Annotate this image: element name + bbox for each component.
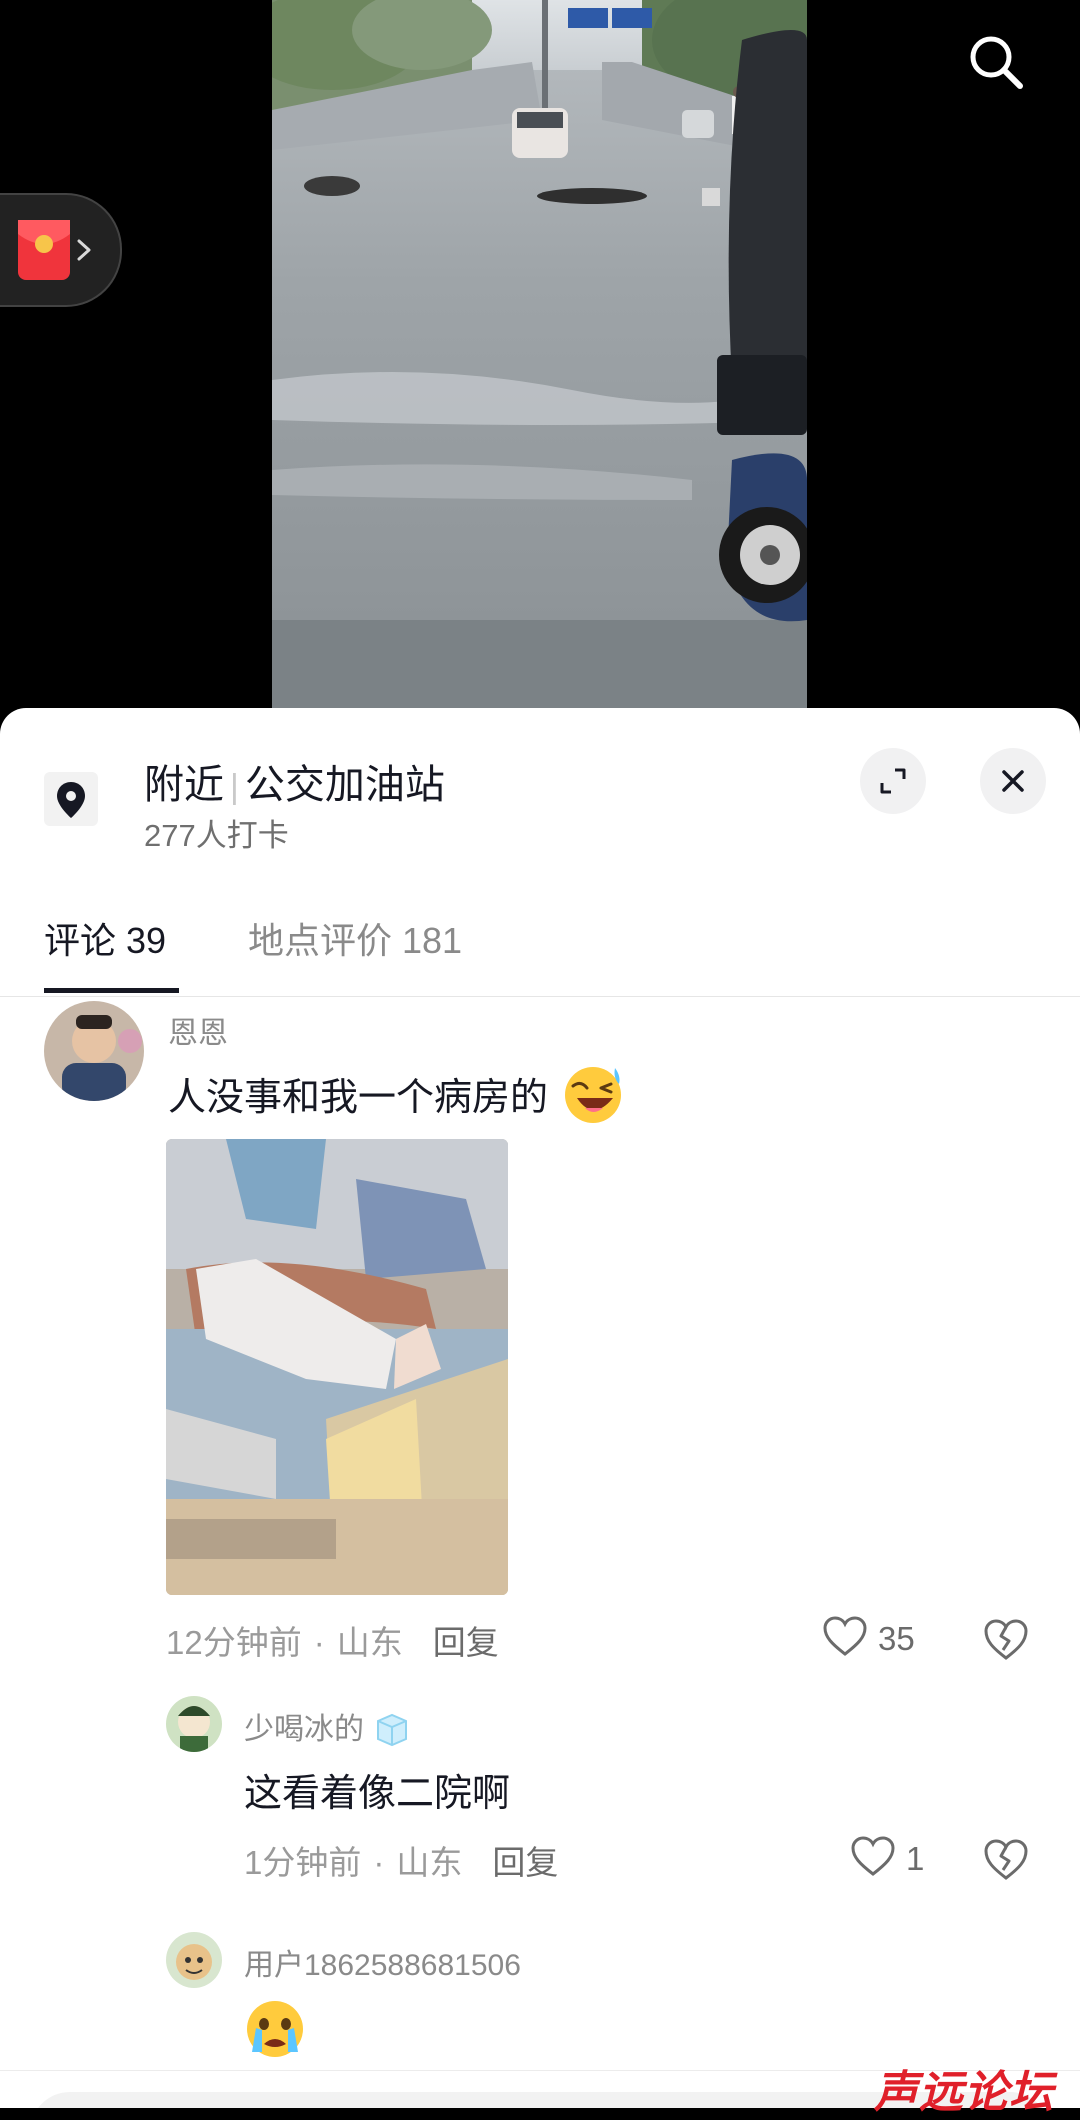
video-player[interactable] — [0, 0, 1080, 720]
meta-dot: · — [373, 1844, 385, 1881]
search-button[interactable] — [964, 30, 1028, 94]
comment-region: 山东 — [336, 1624, 403, 1661]
close-button[interactable] — [980, 748, 1046, 814]
like-button[interactable]: 1 — [850, 1834, 940, 1884]
meta-dot: · — [313, 1624, 325, 1661]
tab-place-reviews[interactable]: 地点评价 181 — [248, 912, 462, 964]
reply-text: 这看着像二院啊 — [244, 1773, 511, 1815]
comment-username[interactable]: 恩恩 — [168, 1008, 228, 1052]
road-scene-image — [272, 0, 807, 708]
avatar[interactable] — [166, 1696, 222, 1752]
heart-icon — [823, 1616, 867, 1656]
reply-username[interactable]: 用户1862588681506 — [244, 1940, 521, 1984]
crying-face-emoji-icon-svg — [247, 2001, 303, 2057]
checkin-count: 277人打卡 — [144, 818, 289, 853]
comment-text-content: 人没事和我一个病房的 — [168, 1077, 549, 1119]
reply-time: 1分钟前 — [244, 1844, 362, 1881]
tab-bar: 评论 39 地点评价 181 — [0, 876, 1080, 1006]
reply-username-text: 少喝冰的 — [244, 1713, 364, 1746]
like-count: 1 — [906, 1840, 925, 1877]
search-icon — [970, 36, 1023, 89]
comment-image[interactable] — [166, 1139, 508, 1595]
avatar-image — [166, 1932, 222, 1988]
expand-button[interactable] — [860, 748, 926, 814]
avatar[interactable] — [166, 1932, 222, 1988]
location-pin-icon — [57, 782, 85, 818]
broken-heart-icon — [984, 1839, 1028, 1880]
title-separator: | — [230, 768, 239, 806]
reply-username[interactable]: 少喝冰的 — [244, 1704, 412, 1748]
chevron-right-icon — [77, 239, 91, 261]
close-icon — [1002, 770, 1024, 792]
forum-watermark: 声远论坛 — [874, 2067, 1054, 2118]
comment-meta: 12分钟前 · 山东 回复 — [166, 1616, 499, 1664]
avatar[interactable] — [44, 1001, 144, 1101]
comment-time: 12分钟前 — [166, 1624, 302, 1661]
video-frame[interactable] — [272, 0, 807, 708]
location-name: 公交加油站 — [244, 763, 445, 807]
comments-sheet: 附近 | 公交加油站 277人打卡 评论 39 地点评价 181 恩恩 人没事和我一… — [0, 708, 1080, 2108]
reply-button[interactable]: 回复 — [492, 1844, 558, 1881]
avatar-image — [166, 1696, 222, 1752]
laughing-wink-emoji-icon — [564, 1067, 621, 1123]
avatar-image — [44, 1001, 144, 1101]
dislike-button[interactable] — [982, 1616, 1030, 1664]
expand-icon — [880, 768, 906, 794]
active-tab-indicator — [44, 988, 179, 993]
tabs-divider — [0, 996, 1080, 997]
dislike-button[interactable] — [982, 1836, 1030, 1884]
comment-text: 人没事和我一个病房的 — [168, 1064, 627, 1126]
red-packet-icon — [18, 220, 70, 280]
location-title[interactable]: 附近 | 公交加油站 — [144, 752, 445, 810]
hospital-bed-photo — [166, 1139, 508, 1595]
location-scope: 附近 — [144, 763, 224, 807]
tab-comments[interactable]: 评论 39 — [44, 912, 166, 964]
heart-icon — [851, 1836, 895, 1876]
ice-cube-emoji-icon — [377, 1713, 408, 1747]
reply-meta: 1分钟前 · 山东 回复 — [244, 1836, 558, 1884]
like-count: 35 — [878, 1620, 915, 1657]
crying-face-emoji-icon — [244, 1998, 306, 2060]
red-packet-entry[interactable] — [0, 193, 122, 307]
reply-region: 山东 — [396, 1844, 463, 1881]
reply-button[interactable]: 回复 — [433, 1624, 499, 1661]
broken-heart-icon — [984, 1619, 1028, 1660]
like-button[interactable]: 35 — [822, 1614, 932, 1664]
location-icon-box — [44, 772, 98, 826]
